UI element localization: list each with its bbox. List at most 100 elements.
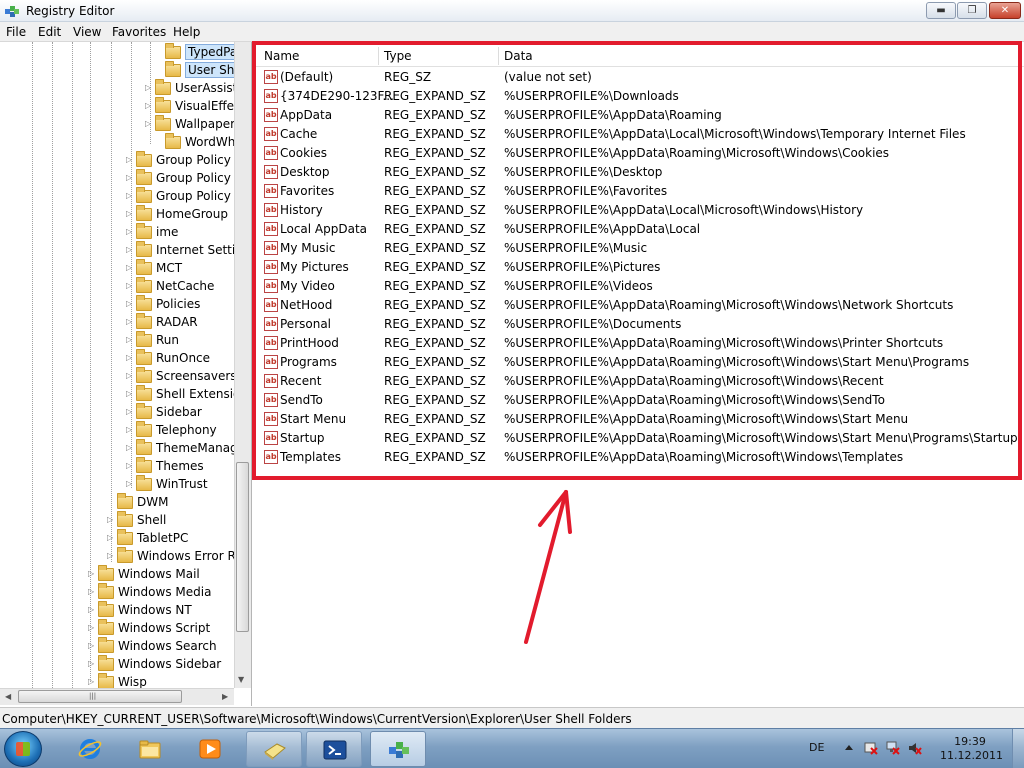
expand-arrow-icon[interactable]: ▷ (126, 263, 132, 272)
expand-arrow-icon[interactable]: ▷ (88, 641, 94, 650)
column-header-data[interactable]: Data (504, 49, 533, 63)
list-row[interactable]: ab Local AppData REG_EXPAND_SZ %USERPROFILE… (256, 220, 1024, 239)
value-string-icon: ab (264, 127, 278, 141)
expand-arrow-icon[interactable]: ▷ (126, 353, 132, 362)
value-type: REG_SZ (384, 70, 432, 84)
expand-arrow-icon[interactable]: ▷ (126, 371, 132, 380)
list-row[interactable]: ab Startup REG_EXPAND_SZ %USERPROFILE%\AppD… (256, 429, 1024, 448)
value-data: %USERPROFILE%\Desktop (504, 165, 663, 179)
expand-arrow-icon[interactable]: ▷ (126, 443, 132, 452)
expand-arrow-icon[interactable]: ▷ (126, 461, 132, 470)
folder-icon (136, 367, 152, 383)
taskbar-media-player[interactable] (182, 731, 238, 767)
expand-arrow-icon[interactable]: ▷ (126, 191, 132, 200)
menu-file[interactable]: File (6, 25, 26, 39)
expand-arrow-icon[interactable]: ▷ (107, 515, 113, 524)
expand-arrow-icon[interactable]: ▷ (126, 209, 132, 218)
list-row[interactable]: ab (Default) REG_SZ (value not set) (256, 68, 1024, 87)
show-desktop-button[interactable] (1012, 729, 1024, 768)
value-string-icon: ab (264, 146, 278, 160)
list-row[interactable]: ab My Video REG_EXPAND_SZ %USERPROFILE%\Vid… (256, 277, 1024, 296)
column-header-name[interactable]: Name (264, 49, 299, 63)
expand-arrow-icon[interactable]: ▷ (126, 389, 132, 398)
minimize-button[interactable]: ▬ (926, 2, 956, 19)
value-name: Desktop (280, 165, 330, 179)
expand-arrow-icon[interactable]: ▷ (126, 155, 132, 164)
column-header-type[interactable]: Type (384, 49, 412, 63)
scroll-left-icon[interactable]: ◀ (5, 692, 11, 701)
list-row[interactable]: ab AppData REG_EXPAND_SZ %USERPROFILE%\AppD… (256, 106, 1024, 125)
expand-arrow-icon[interactable]: ▷ (126, 425, 132, 434)
list-row[interactable]: ab SendTo REG_EXPAND_SZ %USERPROFILE%\AppDa… (256, 391, 1024, 410)
expand-arrow-icon[interactable]: ▷ (107, 533, 113, 542)
expand-arrow-icon[interactable]: ▷ (126, 299, 132, 308)
maximize-button[interactable]: ❐ (957, 2, 987, 19)
tray-up-arrow-icon[interactable] (842, 741, 856, 755)
expand-arrow-icon[interactable]: ▷ (126, 479, 132, 488)
list-row[interactable]: ab My Music REG_EXPAND_SZ %USERPROFILE%\Mus… (256, 239, 1024, 258)
scroll-right-icon[interactable]: ▶ (222, 692, 228, 701)
registry-values-list[interactable]: Name Type Data ab (Default) REG_SZ (value n… (256, 42, 1024, 706)
close-button[interactable]: ✕ (989, 2, 1021, 19)
list-row[interactable]: ab PrintHood REG_EXPAND_SZ %USERPROFILE%\Ap… (256, 334, 1024, 353)
taskbar-open-window-2[interactable] (306, 731, 362, 767)
folder-icon (136, 223, 152, 239)
value-name: SendTo (280, 393, 323, 407)
expand-arrow-icon[interactable]: ▷ (88, 587, 94, 596)
menu-help[interactable]: Help (173, 25, 200, 39)
list-row[interactable]: ab History REG_EXPAND_SZ %USERPROFILE%\AppD… (256, 201, 1024, 220)
taskbar-registry-editor[interactable] (370, 731, 426, 767)
action-center-icon[interactable] (864, 741, 878, 755)
list-header: Name Type Data (256, 45, 1024, 67)
expand-arrow-icon[interactable]: ▷ (126, 227, 132, 236)
list-row[interactable]: ab Personal REG_EXPAND_SZ %USERPROFILE%\Doc… (256, 315, 1024, 334)
scroll-down-icon[interactable]: ▼ (238, 675, 244, 684)
taskbar-internet-explorer[interactable] (62, 731, 118, 767)
list-row[interactable]: ab My Pictures REG_EXPAND_SZ %USERPROFILE%\… (256, 258, 1024, 277)
expand-arrow-icon[interactable]: ▷ (126, 407, 132, 416)
expand-arrow-icon[interactable]: ▷ (88, 605, 94, 614)
taskbar-open-window-1[interactable] (246, 731, 302, 767)
volume-icon[interactable] (908, 741, 922, 755)
registry-taskbar-icon (389, 742, 409, 758)
value-type: REG_EXPAND_SZ (384, 393, 486, 407)
expand-arrow-icon[interactable]: ▷ (88, 659, 94, 668)
list-row[interactable]: ab Favorites REG_EXPAND_SZ %USERPROFILE%\Fa… (256, 182, 1024, 201)
list-row[interactable]: ab Templates REG_EXPAND_SZ %USERPROFILE%\Ap… (256, 448, 1024, 467)
network-icon[interactable] (886, 741, 900, 755)
value-name: My Pictures (280, 260, 349, 274)
value-string-icon: ab (264, 279, 278, 293)
expand-arrow-icon[interactable]: ▷ (107, 551, 113, 560)
expand-arrow-icon[interactable]: ▷ (88, 623, 94, 632)
expand-arrow-icon[interactable]: ▷ (126, 335, 132, 344)
menu-bar: File Edit View Favorites Help (0, 22, 1024, 42)
list-row[interactable]: ab Desktop REG_EXPAND_SZ %USERPROFILE%\Desk… (256, 163, 1024, 182)
list-row[interactable]: ab Start Menu REG_EXPAND_SZ %USERPROFILE%\A… (256, 410, 1024, 429)
language-indicator[interactable]: DE (809, 741, 824, 754)
value-name: Templates (280, 450, 342, 464)
expand-arrow-icon[interactable]: ▷ (145, 119, 151, 128)
expand-arrow-icon[interactable]: ▷ (88, 677, 94, 686)
start-orb-icon[interactable] (4, 731, 42, 767)
list-row[interactable]: ab Recent REG_EXPAND_SZ %USERPROFILE%\AppDa… (256, 372, 1024, 391)
list-row[interactable]: ab {374DE290-123F... REG_EXPAND_SZ %USERPRO… (256, 87, 1024, 106)
expand-arrow-icon[interactable]: ▷ (145, 83, 151, 92)
expand-arrow-icon[interactable]: ▷ (88, 569, 94, 578)
list-row[interactable]: ab Programs REG_EXPAND_SZ %USERPROFILE%\App… (256, 353, 1024, 372)
menu-edit[interactable]: Edit (38, 25, 61, 39)
list-row[interactable]: ab Cache REG_EXPAND_SZ %USERPROFILE%\AppDat… (256, 125, 1024, 144)
taskbar-explorer[interactable] (122, 731, 178, 767)
list-row[interactable]: ab NetHood REG_EXPAND_SZ %USERPROFILE%\AppD… (256, 296, 1024, 315)
expand-arrow-icon[interactable]: ▷ (145, 101, 151, 110)
registry-key-tree[interactable]: TypedPath User Shell ▷ UserAssist ▷ VisualEff… (0, 42, 252, 706)
tray-clock[interactable]: 19:39 11.12.2011 (940, 735, 1003, 763)
tree-horizontal-scroll-thumb[interactable] (18, 690, 182, 703)
tree-vertical-scroll-thumb[interactable] (236, 462, 249, 632)
expand-arrow-icon[interactable]: ▷ (126, 245, 132, 254)
expand-arrow-icon[interactable]: ▷ (126, 281, 132, 290)
expand-arrow-icon[interactable]: ▷ (126, 317, 132, 326)
list-row[interactable]: ab Cookies REG_EXPAND_SZ %USERPROFILE%\AppD… (256, 144, 1024, 163)
menu-view[interactable]: View (73, 25, 101, 39)
menu-favorites[interactable]: Favorites (112, 25, 166, 39)
expand-arrow-icon[interactable]: ▷ (126, 173, 132, 182)
